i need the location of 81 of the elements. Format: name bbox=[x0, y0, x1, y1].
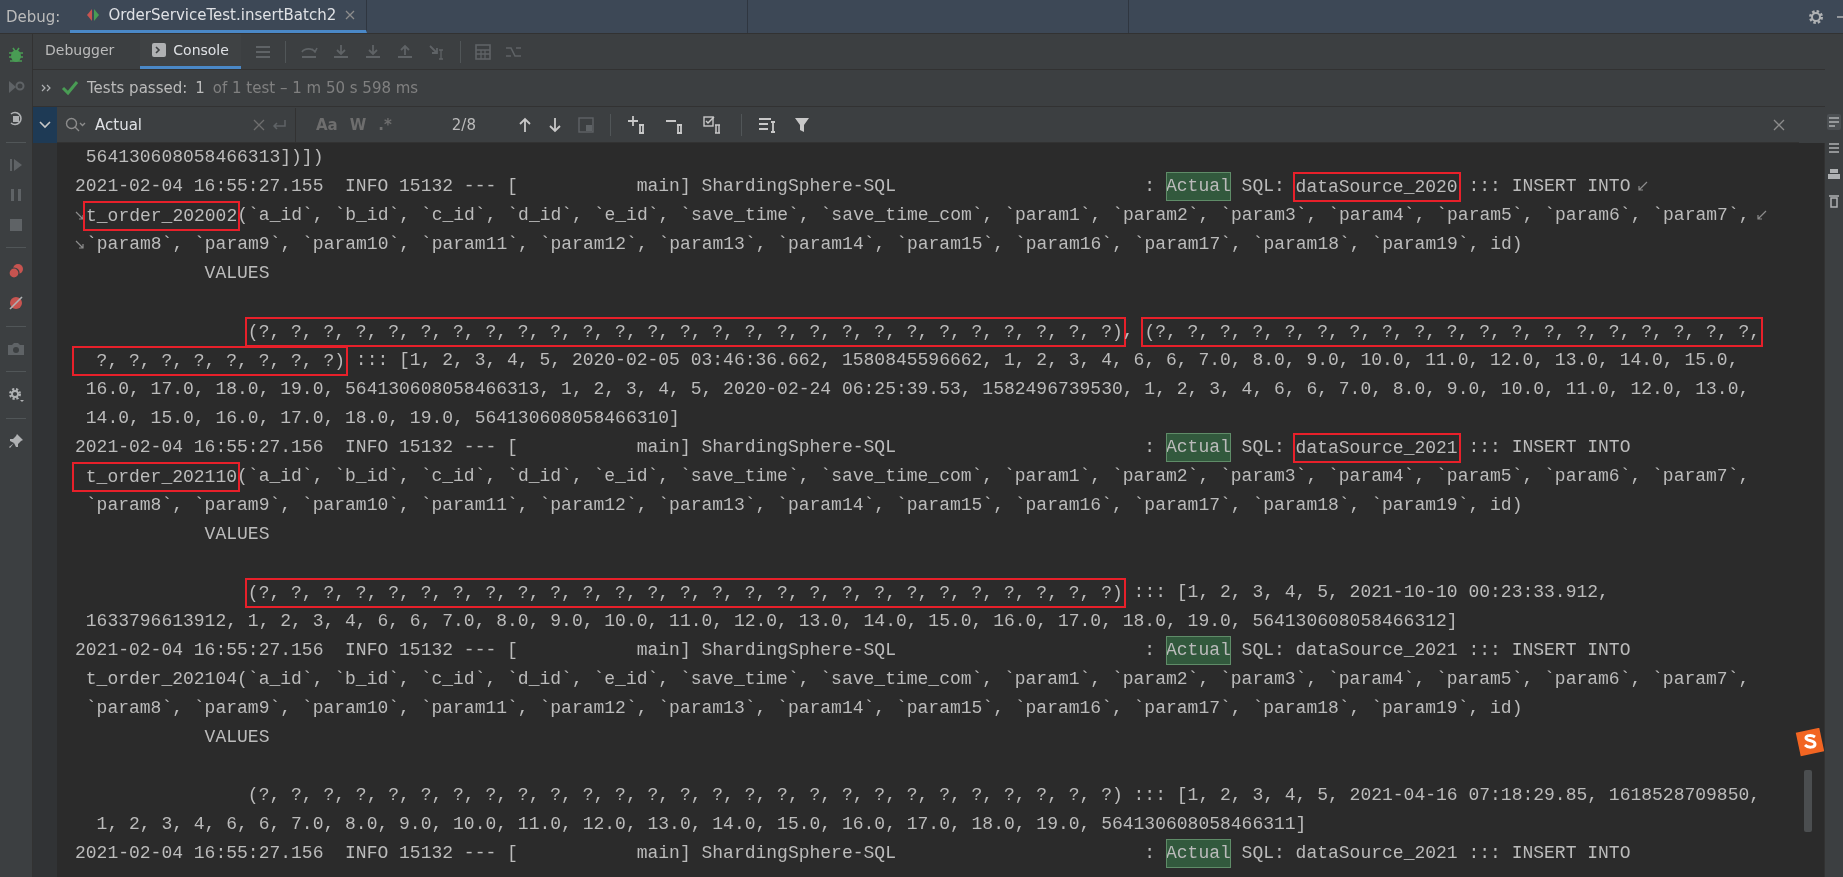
step-into-icon[interactable] bbox=[331, 43, 350, 60]
pause-icon[interactable] bbox=[8, 187, 24, 203]
close-icon[interactable] bbox=[344, 9, 357, 21]
camera-icon[interactable] bbox=[7, 341, 25, 357]
test-status-label: Tests passed: bbox=[87, 79, 188, 97]
log-text: VALUES bbox=[203, 262, 270, 285]
log-text: ::: [1, 2, 3, 4, 5, 2021-10-10 00:23:33.912, bbox=[1132, 581, 1609, 604]
trash-icon[interactable] bbox=[1828, 194, 1840, 208]
log-text: ::: INSERT INTO bbox=[1467, 436, 1631, 459]
test-count: 1 bbox=[195, 79, 205, 97]
outlined-text: t_order_202110 bbox=[72, 461, 241, 492]
search-match: Actual bbox=[1166, 433, 1231, 462]
log-text: 564130608058466313])]) bbox=[84, 146, 324, 169]
resume-icon[interactable] bbox=[8, 157, 24, 173]
close-icon[interactable] bbox=[1773, 118, 1785, 131]
run-to-cursor-icon[interactable] bbox=[427, 43, 446, 60]
print-icon[interactable] bbox=[1828, 168, 1840, 182]
outlined-text: (?, ?, ?, ?, ?, ?, ?, ?, ?, ?, ?, ?, ?, ?, ?, ?, ?, ?, ?, bbox=[1141, 316, 1764, 347]
scrollbar-thumb[interactable] bbox=[1804, 770, 1812, 832]
outlined-text: dataSource_2021 bbox=[1292, 432, 1461, 463]
search-match: Actual bbox=[1166, 172, 1231, 201]
breakpoints-icon[interactable] bbox=[7, 262, 25, 280]
outlined-text: ?, ?, ?, ?, ?, ?, ?, ?) bbox=[72, 345, 349, 376]
log-text: SQL: bbox=[1240, 175, 1286, 198]
log-text: 2021-02-04 16:55:27.156 INFO 15132 --- [ main] ShardingSphere-SQL : bbox=[75, 842, 1157, 865]
arrow-up-icon[interactable] bbox=[517, 116, 532, 133]
log-text: VALUES bbox=[203, 523, 270, 546]
log-text: `param8`, `param9`, `param10`, `param11`, `param12`, `param13`, `param14`, `param15`, `param16`, `param17`, `param18`, `param19`, id) bbox=[84, 697, 1523, 720]
expand-icon[interactable] bbox=[41, 83, 53, 93]
log-text: 2021-02-04 16:55:27.156 INFO 15132 --- [ main] ShardingSphere-SQL : bbox=[75, 639, 1157, 662]
settings-icon[interactable] bbox=[1807, 7, 1825, 26]
rerun-icon[interactable] bbox=[7, 78, 25, 96]
calculator-icon[interactable] bbox=[474, 43, 491, 60]
log-text: SQL: bbox=[1240, 436, 1286, 459]
square-icon[interactable] bbox=[577, 116, 594, 133]
panel-label: Debug: bbox=[6, 7, 61, 26]
test-run-icon bbox=[86, 8, 101, 22]
log-text: 14.0, 15.0, 16.0, 17.0, 18.0, 19.0, 564130608058466310] bbox=[84, 407, 680, 430]
bug-icon[interactable] bbox=[7, 46, 25, 64]
mute-breakpoints-icon[interactable] bbox=[7, 294, 25, 312]
log-text: 2021-02-04 16:55:27.156 INFO 15132 --- [ main] ShardingSphere-SQL : bbox=[75, 436, 1157, 459]
outlined-text: (?, ?, ?, ?, ?, ?, ?, ?, ?, ?, ?, ?, ?, ?, ?, ?, ?, ?, ?, ?, ?, ?, ?, ?, ?, ?, ?) bbox=[244, 316, 1126, 347]
pin-icon[interactable] bbox=[8, 433, 24, 449]
search-match: Actual bbox=[1166, 636, 1231, 665]
outlined-text: (?, ?, ?, ?, ?, ?, ?, ?, ?, ?, ?, ?, ?, ?, ?, ?, ?, ?, ?, ?, ?, ?, ?, ?, ?, ?, ?) bbox=[244, 577, 1126, 608]
stop-icon[interactable] bbox=[8, 217, 24, 233]
outlined-text: t_order_202002 bbox=[83, 200, 241, 231]
log-text: t_order_202104(`a_id`, `b_id`, `c_id`, `d_id`, `e_id`, `save_time`, `save_time_com`, `param1`, `param2`, `param3`, `param4`, `param5`, `param6`, `param7`, bbox=[84, 668, 1750, 691]
step-out-icon[interactable] bbox=[395, 43, 414, 60]
menu-icon[interactable] bbox=[254, 44, 271, 59]
test-status-detail: of 1 test – 1 m 50 s 598 ms bbox=[212, 79, 419, 97]
search-field[interactable]: Actual bbox=[93, 114, 247, 135]
log-text: 2021-02-04 16:55:27.155 INFO 15132 --- [ main] ShardingSphere-SQL : bbox=[75, 175, 1157, 198]
clear-icon[interactable] bbox=[253, 118, 265, 131]
wrap-icon[interactable] bbox=[1827, 114, 1841, 130]
panel-tab[interactable]: Debugger bbox=[33, 34, 127, 69]
log-text: VALUES bbox=[203, 726, 270, 749]
log-text: (?, ?, ?, ?, ?, ?, ?, ?, ?, ?, ?, ?, ?, ?, ?, ?, ?, ?, ?, ?, ?, ?, ?, ?, ?, ?, ?) ::: [1, 2, 3, 4, 5, 2021-04-16 07:18:29.85, 1618528709850, bbox=[247, 784, 1761, 807]
text-filter-icon[interactable] bbox=[757, 116, 778, 133]
log-text: ::: [1, 2, 3, 4, 5, 2020-02-05 03:46:36.662, 1580845596662, 1, 2, 3, 4, 6, 6, 7.0, 8.0, 9.0, 10.0, 11.0, 12.0, 13.0, 14.0, 15.0, bbox=[354, 349, 1739, 372]
arrow-down-icon[interactable] bbox=[547, 116, 562, 133]
log-text: 16.0, 17.0, 18.0, 19.0, 564130608058466313, 1, 2, 3, 4, 5, 2020-02-24 06:25:39.53, 1582496739530, 1, 2, 3, 4, 6, 6, 7.0, 8.0, 9.0, 10.0, 11.0, 12.0, 13.0, bbox=[84, 378, 1750, 401]
log-text: `param8`, `param9`, `param10`, `param11`, `param12`, `param13`, `param14`, `param15`, `param16`, `param17`, `param18`, `param19`, id) bbox=[84, 494, 1523, 517]
log-text: `param8`, `param9`, `param10`, `param11`, `param12`, `param13`, `param14`, `param15`, `param16`, `param17`, `param18`, `param19`, id) bbox=[86, 233, 1523, 256]
log-text: 1633796613912, 1, 2, 3, 4, 6, 6, 7.0, 8.0, 9.0, 10.0, 11.0, 12.0, 13.0, 14.0, 15.0, 16.0, 17.0, 18.0, 19.0, 564130608058466312] bbox=[84, 610, 1458, 633]
step-into-icon[interactable] bbox=[363, 43, 382, 60]
search-match: Actual bbox=[1166, 839, 1231, 868]
log-text: SQL: dataSource_2021 ::: INSERT INTO bbox=[1240, 842, 1631, 865]
chevron-down-icon bbox=[38, 120, 52, 130]
newline-icon[interactable] bbox=[271, 117, 287, 132]
collapse-button[interactable] bbox=[33, 107, 57, 143]
filter-icon[interactable] bbox=[793, 116, 810, 133]
log-text: SQL: dataSource_2021 ::: INSERT INTO bbox=[1240, 639, 1631, 662]
search-icon[interactable] bbox=[65, 116, 87, 133]
lines-icon[interactable] bbox=[1828, 142, 1840, 156]
log-text: 1, 2, 3, 4, 6, 6, 7.0, 8.0, 9.0, 10.0, 11.0, 12.0, 13.0, 14.0, 15.0, 16.0, 17.0, 18.0, 19.0, 564130608058466311] bbox=[95, 813, 1307, 836]
console-icon bbox=[152, 43, 167, 57]
settings-icon[interactable] bbox=[7, 386, 25, 404]
outlined-text: dataSource_2020 bbox=[1292, 171, 1461, 202]
match-count: 2/8 bbox=[451, 115, 476, 134]
log-text: ::: INSERT INTO bbox=[1467, 175, 1631, 198]
